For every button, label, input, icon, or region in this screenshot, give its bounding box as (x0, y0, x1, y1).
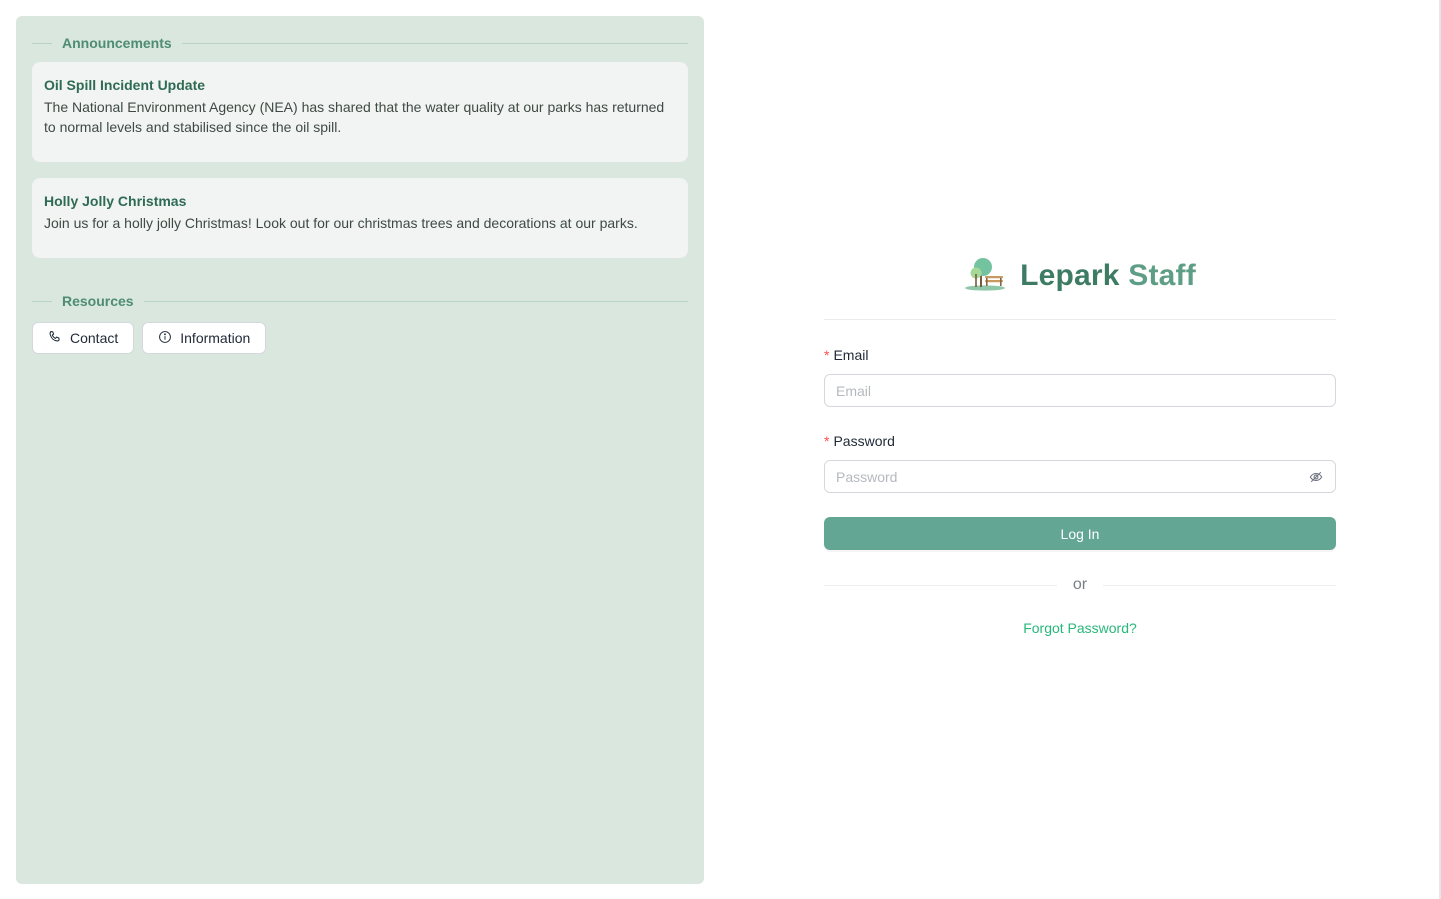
or-text: or (1072, 576, 1088, 593)
park-bench-tree-icon (964, 257, 1006, 296)
email-label: * Email (824, 347, 869, 363)
log-in-button[interactable]: Log In (824, 517, 1336, 550)
resources-divider: Resources (32, 290, 688, 312)
login-form: Lepark Staff *Email *Password (824, 250, 1337, 636)
brand-primary: Lepark (1020, 259, 1120, 292)
information-button[interactable]: Information (142, 322, 267, 354)
announcements-heading: Announcements (62, 35, 172, 51)
contact-button-label: Contact (70, 330, 119, 346)
email-input[interactable] (825, 375, 1335, 406)
email-input-wrapper (824, 374, 1336, 407)
page: Announcements Oil Spill Incident Update … (0, 0, 1441, 899)
contact-button[interactable]: Contact (32, 322, 135, 354)
resources-section: Resources Contact Information (32, 290, 688, 354)
info-circle-icon (158, 330, 172, 347)
forgot-password-link[interactable]: Forgot Password? (824, 620, 1336, 636)
password-input-wrapper (824, 460, 1336, 493)
information-button-label: Information (180, 330, 251, 346)
or-divider: or (824, 576, 1337, 594)
announcement-title: Holly Jolly Christmas (44, 193, 187, 209)
password-label: * Password (824, 433, 895, 449)
password-field-group: * Password (824, 432, 1336, 493)
announcement-title: Oil Spill Incident Update (44, 77, 206, 93)
announcements-divider: Announcements (32, 32, 688, 54)
eye-invisible-icon[interactable] (1309, 470, 1323, 484)
announcement-card: Oil Spill Incident Update The National E… (32, 62, 688, 162)
announcement-body: Join us for a holly jolly Christmas! Loo… (44, 215, 638, 231)
brand-divider (824, 319, 1336, 320)
resources-heading: Resources (62, 293, 134, 309)
email-field-group: * Email (824, 346, 1336, 407)
announcements-list: Oil Spill Incident Update The National E… (32, 62, 688, 258)
phone-icon (48, 330, 62, 347)
brand: Lepark Staff (824, 250, 1336, 302)
password-input[interactable] (825, 461, 1335, 492)
announcement-body: The National Environment Agency (NEA) ha… (44, 99, 665, 135)
resources-buttons: Contact Information (32, 322, 688, 354)
brand-title: Lepark Staff (1020, 259, 1196, 293)
announcement-card: Holly Jolly Christmas Join us for a holl… (32, 178, 688, 258)
brand-secondary: Staff (1128, 259, 1196, 292)
info-panel: Announcements Oil Spill Incident Update … (16, 16, 704, 884)
